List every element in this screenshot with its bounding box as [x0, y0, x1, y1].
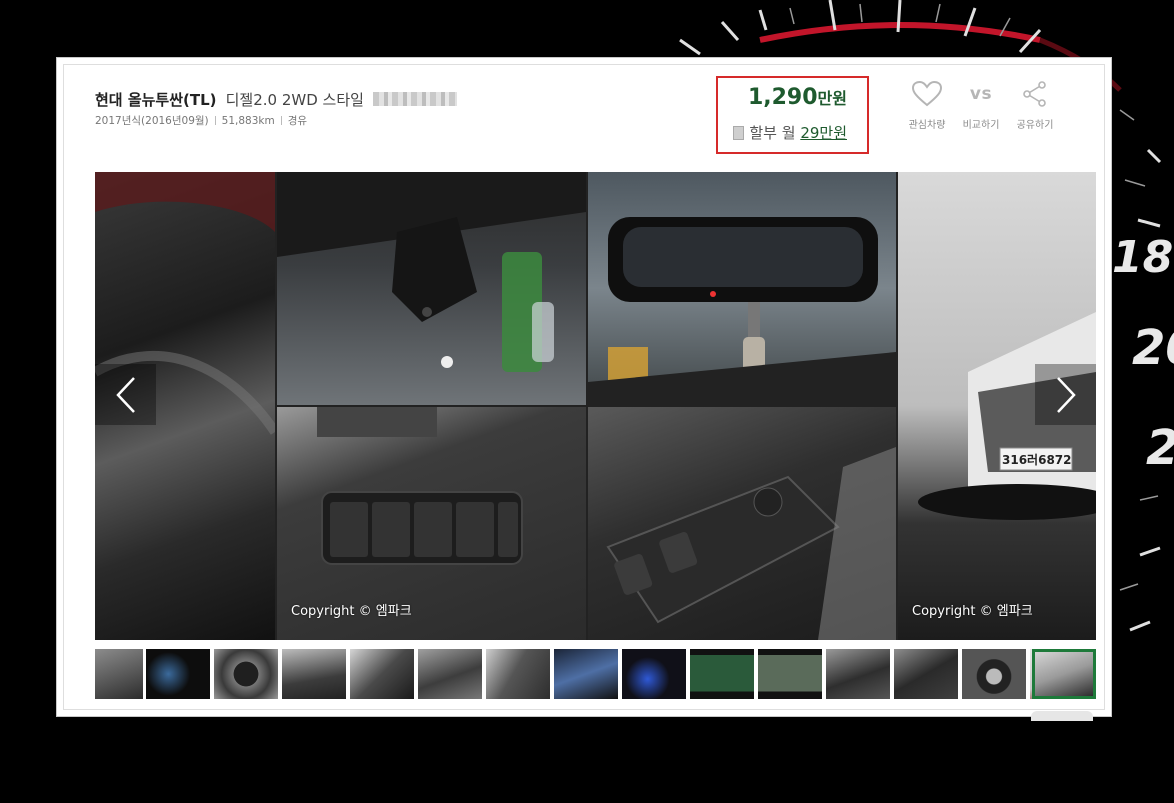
- speedo-number-180: 180: [1112, 232, 1174, 283]
- photo-dashcam[interactable]: [277, 172, 586, 405]
- speedo-number-20: 20: [1132, 320, 1174, 376]
- favorite-button[interactable]: 관심차량: [902, 80, 952, 131]
- compare-icon-text: vs: [969, 84, 993, 104]
- next-photo-button[interactable]: [1035, 364, 1096, 425]
- copyright-text: Copyright © 엠파크: [291, 604, 412, 619]
- share-button[interactable]: 공유하기: [1010, 80, 1060, 131]
- prev-photo-button[interactable]: [95, 364, 156, 425]
- thumbnail[interactable]: [350, 649, 414, 699]
- monthly-payment[interactable]: 할부 월 29만원: [733, 122, 847, 143]
- photo-gallery: Copyright © 엠파크 316러6872 Copyright © 엠파크: [95, 172, 1096, 640]
- car-model: 현대 올뉴투싼(TL): [95, 91, 217, 109]
- thumbnail[interactable]: [146, 649, 210, 699]
- compare-button[interactable]: vs 비교하기: [956, 80, 1006, 131]
- price-unit: 만원: [817, 89, 847, 108]
- price: 1,290만원: [748, 85, 847, 110]
- thumbnail[interactable]: [622, 649, 686, 699]
- monthly-label: 할부 월: [749, 124, 796, 142]
- compare-label: 비교하기: [962, 120, 1000, 131]
- thumbnail[interactable]: [690, 649, 754, 699]
- favorite-label: 관심차량: [908, 120, 946, 131]
- thumbnail[interactable]: [554, 649, 618, 699]
- share-icon: [1010, 80, 1060, 108]
- car-fuel: 경유: [287, 115, 308, 127]
- monthly-amount-link[interactable]: 29만원: [800, 124, 847, 142]
- redacted-text: [373, 92, 458, 106]
- photo-rearview-mirror[interactable]: [588, 172, 896, 405]
- thumbnail[interactable]: [214, 649, 278, 699]
- share-label: 공유하기: [1016, 120, 1054, 131]
- thumbnail[interactable]: [486, 649, 550, 699]
- copyright-text-2: Copyright © 엠파크: [912, 604, 1033, 619]
- compare-icon: vs: [956, 80, 1006, 108]
- car-mileage: 51,883km: [221, 115, 275, 127]
- thumbnail[interactable]: [95, 649, 143, 699]
- thumbnail-strip: [95, 649, 1096, 699]
- car-year: 2017년식(2016년09월): [95, 115, 209, 127]
- listing-card-inner: 현대 올뉴투싼(TL) 디젤2.0 2WD 스타일 2017년식(2016년09…: [63, 64, 1105, 721]
- divider: [280, 116, 282, 125]
- calculator-icon: [733, 126, 745, 140]
- thumbnail[interactable]: [826, 649, 890, 699]
- heart-icon: [902, 80, 952, 108]
- photo-dash-switches[interactable]: Copyright © 엠파크: [277, 407, 586, 640]
- listing-title: 현대 올뉴투싼(TL) 디젤2.0 2WD 스타일: [95, 89, 458, 110]
- price-amount: 1,290: [747, 85, 818, 110]
- speedo-number-2: 2: [1146, 420, 1174, 476]
- license-plate: 316러6872: [1002, 453, 1072, 467]
- divider: [214, 116, 216, 125]
- photo-window-switches[interactable]: [588, 407, 896, 640]
- chevron-left-icon: [115, 376, 135, 413]
- thumbnail[interactable]: [758, 649, 822, 699]
- thumbnail[interactable]: [894, 649, 958, 699]
- thumbnail[interactable]: [962, 649, 1026, 699]
- thumbnail[interactable]: [282, 649, 346, 699]
- scroll-top-tab[interactable]: [1031, 711, 1093, 721]
- car-trim: 디젤2.0 2WD 스타일: [225, 91, 364, 109]
- chevron-right-icon: [1056, 376, 1076, 413]
- thumbnail[interactable]: [418, 649, 482, 699]
- thumbnail-active[interactable]: [1032, 649, 1096, 699]
- listing-meta: 2017년식(2016년09월) 51,883km 경유: [95, 113, 307, 128]
- listing-card: 현대 올뉴투싼(TL) 디젤2.0 2WD 스타일 2017년식(2016년09…: [56, 57, 1112, 721]
- price-highlight-box: 1,290만원 할부 월 29만원: [716, 76, 869, 154]
